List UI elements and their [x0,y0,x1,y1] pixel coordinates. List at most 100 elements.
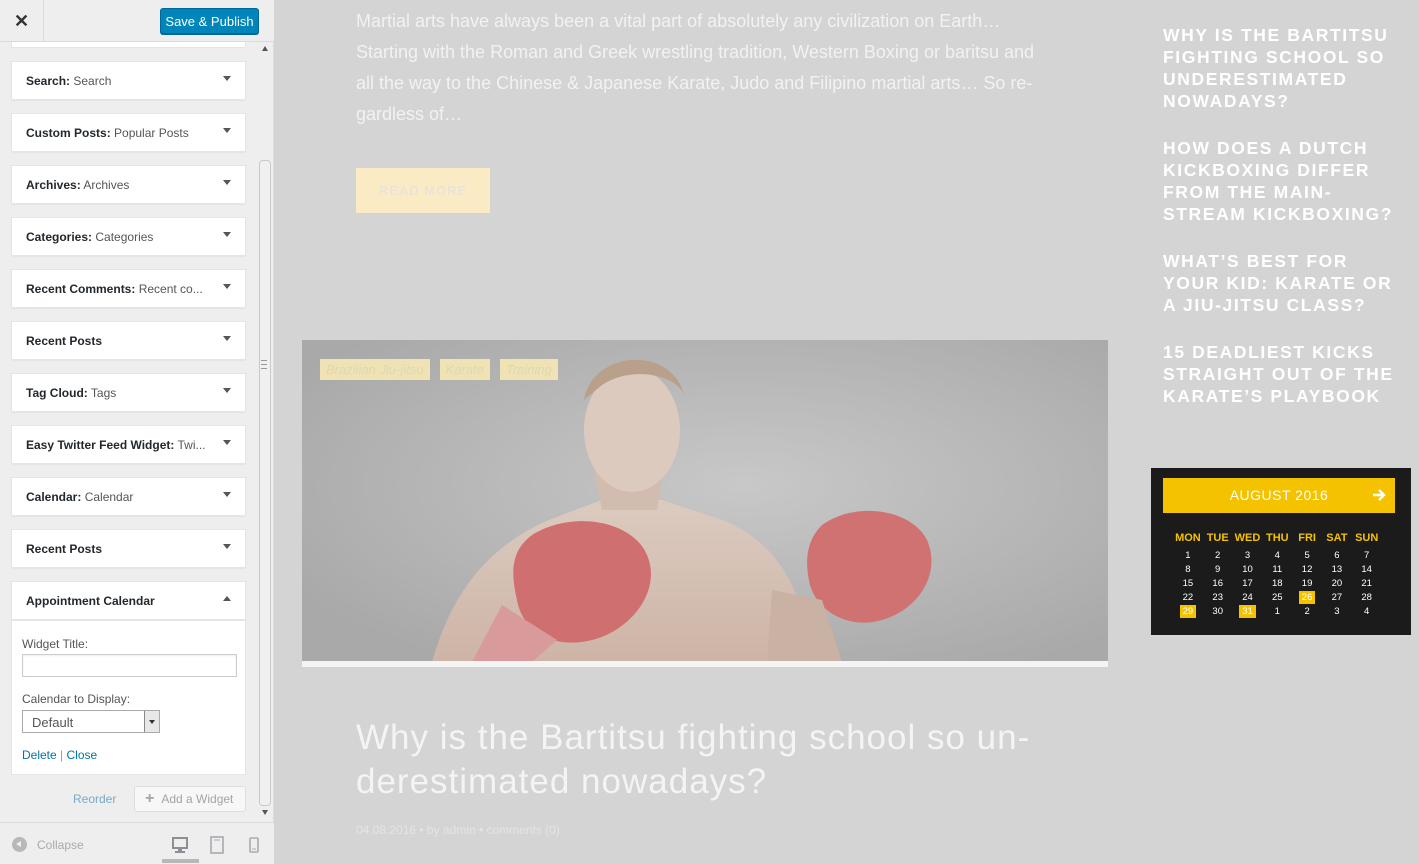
scroll-up-arrow-icon[interactable] [262,46,268,51]
calendar-day[interactable]: 1 [1262,606,1292,617]
recent-post-link[interactable]: Why is the Bartitsu fighting school so u… [1163,24,1403,112]
tag-training[interactable]: Training [499,359,558,380]
close-customizer-button[interactable]: ✕ [0,0,44,42]
calendar-day[interactable]: 4 [1262,550,1292,561]
weekday-label: WED [1234,532,1261,544]
calendar-day[interactable]: 16 [1203,578,1233,589]
collapse-icon [12,837,27,852]
expand-arrow-icon[interactable] [223,128,231,133]
widget-title: Archives [83,178,130,192]
expand-arrow-icon[interactable] [223,388,231,393]
expand-arrow-icon[interactable] [223,180,231,185]
calendar-day[interactable]: 9 [1203,564,1233,575]
calendar-day[interactable]: 2 [1203,550,1233,561]
calendar-day[interactable]: 22 [1173,592,1203,603]
calendar-day[interactable]: 14 [1352,564,1382,575]
calendar-day-highlighted[interactable]: 29 [1173,604,1203,618]
chevron-down-icon[interactable] [144,711,159,732]
reorder-link[interactable]: Reorder [73,792,116,806]
widget-calendar[interactable]: Calendar: Calendar [11,477,246,516]
calendar-day[interactable]: 19 [1292,578,1322,589]
calendar-day-highlighted[interactable]: 31 [1233,604,1263,618]
mobile-icon[interactable] [243,835,265,855]
calendar-day[interactable]: 27 [1322,592,1352,603]
widget-recent-posts-2[interactable]: Recent Posts [11,529,246,568]
calendar-day[interactable]: 21 [1352,578,1382,589]
post-title[interactable]: Why is the Bartitsu fighting school so u… [356,716,1056,804]
calendar-day[interactable]: 8 [1173,564,1203,575]
scroll-down-arrow-icon[interactable] [262,810,268,815]
recent-post-link[interactable]: 15 deadliest kicks straight out of the K… [1163,341,1403,407]
expand-arrow-icon[interactable] [223,232,231,237]
calendar-day[interactable]: 17 [1233,578,1263,589]
post-featured-image[interactable] [302,340,1108,662]
recent-posts-widget: Why is the Bartitsu fighting school so u… [1163,24,1403,432]
calendar-week-row: 1234567 [1173,548,1389,562]
tag-karate[interactable]: Karate [439,359,490,380]
calendar-day[interactable]: 18 [1262,578,1292,589]
calendar-day[interactable]: 25 [1262,592,1292,603]
calendar-day-highlighted[interactable]: 26 [1292,590,1322,604]
calendar-day[interactable]: 3 [1233,550,1263,561]
tablet-icon[interactable] [206,835,228,855]
expand-arrow-icon[interactable] [223,544,231,549]
plus-icon: + [145,790,155,807]
calendar-day[interactable]: 30 [1203,606,1233,617]
calendar-day[interactable]: 15 [1173,578,1203,589]
tag-brazilian-jiu-jitsu[interactable]: Brazilian Jiu-jitsu [320,359,430,380]
widget-categories[interactable]: Categories: Categories [11,217,246,256]
calendar-day[interactable]: 12 [1292,564,1322,575]
calendar-display-select[interactable]: Default [22,710,160,733]
calendar-day[interactable]: 11 [1262,564,1292,575]
widget-title: Search [73,74,112,88]
widget-title-label: Widget Title: [22,637,89,651]
calendar-week-row: 22 23 24 25 26 27 28 [1173,590,1389,604]
scrollbar-thumb[interactable] [259,160,271,806]
add-widget-button[interactable]: + Add a Widget [134,786,246,812]
calendar-day[interactable]: 24 [1233,592,1263,603]
read-more-button[interactable]: READ MORE [356,168,490,213]
widget-custom-posts[interactable]: Custom Posts: Popular Posts [11,113,246,152]
calendar-day[interactable]: 5 [1292,550,1322,561]
calendar-day[interactable]: 10 [1233,564,1263,575]
widget-row-partial [11,42,246,48]
close-link[interactable]: Close [67,748,98,762]
calendar-day[interactable]: 3 [1322,606,1352,617]
collapse-button[interactable]: Collapse [12,837,84,852]
expand-arrow-icon[interactable] [223,336,231,341]
expand-arrow-icon[interactable] [223,492,231,497]
arrow-right-icon[interactable] [1371,487,1387,503]
expand-arrow-icon[interactable] [223,440,231,445]
widget-type: Tag Cloud [26,386,84,400]
expand-arrow-icon[interactable] [223,76,231,81]
widget-twitter-feed[interactable]: Easy Twitter Feed Widget: Twi... [11,425,246,464]
calendar-week-row: 8 9 10 11 12 13 14 [1173,562,1389,576]
widget-recent-comments[interactable]: Recent Comments: Recent co... [11,269,246,308]
recent-post-link[interactable]: How does a Dutch kickboxing differ from … [1163,137,1403,225]
calendar-day[interactable]: 7 [1352,550,1382,561]
calendar-day[interactable]: 6 [1322,550,1352,561]
calendar-day[interactable]: 20 [1322,578,1352,589]
calendar-day[interactable]: 23 [1203,592,1233,603]
delete-link[interactable]: Delete [22,748,57,762]
widget-appointment-calendar[interactable]: Appointment Calendar [11,581,246,620]
calendar-day[interactable]: 2 [1292,606,1322,617]
widget-search[interactable]: Search: Search [11,61,246,100]
calendar-month: AUGUST 2016 [1229,487,1329,503]
calendar-day[interactable]: 4 [1352,606,1382,617]
expand-arrow-icon[interactable] [223,284,231,289]
collapse-label: Collapse [37,837,84,852]
widgets-panel[interactable]: Search: Search Custom Posts: Popular Pos… [0,42,274,822]
save-publish-button[interactable]: Save & Publish [160,8,259,34]
widget-archives[interactable]: Archives: Archives [11,165,246,204]
widget-title-input[interactable] [22,654,237,677]
widget-recent-posts[interactable]: Recent Posts [11,321,246,360]
collapse-arrow-icon[interactable] [223,596,231,601]
calendar-day[interactable]: 13 [1322,564,1352,575]
recent-post-link[interactable]: What’s best for your kid: Karate or a Ji… [1163,250,1403,316]
desktop-icon[interactable] [162,835,199,863]
calendar-day[interactable]: 28 [1352,592,1382,603]
calendar-day[interactable]: 1 [1173,550,1203,561]
widget-tag-cloud[interactable]: Tag Cloud: Tags [11,373,246,412]
sidebar-scrollbar[interactable] [258,42,273,822]
